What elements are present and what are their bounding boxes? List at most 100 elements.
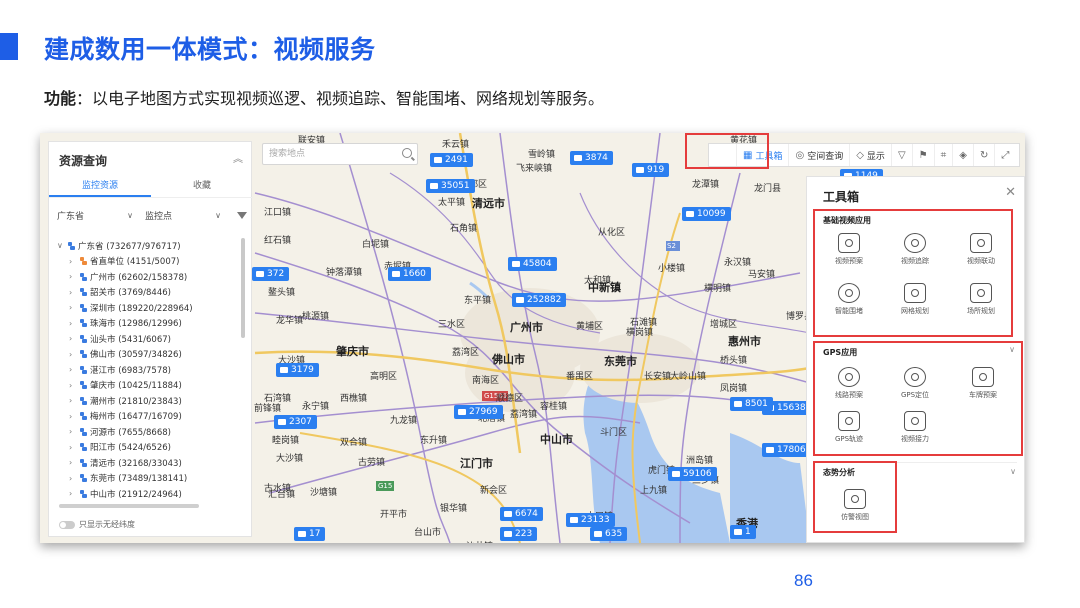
camera-cluster-badge[interactable]: 223 bbox=[500, 527, 538, 541]
chevron-right-icon[interactable]: › bbox=[69, 365, 79, 374]
camera-cluster-badge[interactable]: 17806 bbox=[762, 443, 811, 457]
map-place-label: 石角镇 bbox=[450, 224, 478, 234]
tree-horizontal-scrollbar[interactable] bbox=[59, 504, 199, 508]
tool-route-plan[interactable]: 线路预案 bbox=[821, 367, 877, 400]
camera-cluster-badge[interactable]: 919 bbox=[632, 163, 670, 177]
tree-scrollbar[interactable] bbox=[241, 238, 245, 338]
camera-cluster-badge[interactable]: 17 bbox=[294, 527, 326, 541]
camera-cluster-badge[interactable]: 35051 bbox=[426, 179, 475, 193]
tool-grid-planning[interactable]: 网格规划 bbox=[887, 283, 943, 316]
tool-gps-locate[interactable]: GPS定位 bbox=[887, 367, 943, 400]
spatial-query-button[interactable]: ◎ 空间查询 bbox=[789, 144, 851, 166]
map-place-label: 永汉镇 bbox=[724, 258, 752, 268]
filter-funnel-icon[interactable] bbox=[237, 211, 247, 219]
camera-cluster-badge[interactable]: 59106 bbox=[668, 467, 717, 481]
section-basic-video: 基础视频应用 视频预案 视频追踪 视频联动 智能围堵 网格规划 场所规划 bbox=[813, 209, 1013, 337]
camera-cluster-badge[interactable]: 10099 bbox=[682, 207, 731, 221]
chevron-down-icon[interactable]: ∨ bbox=[1009, 345, 1015, 354]
camera-cluster-badge[interactable]: 45804 bbox=[508, 257, 557, 271]
tree-node[interactable]: › 清远市 (32168/33043) bbox=[57, 455, 243, 471]
map-place-label: 东升镇 bbox=[420, 436, 448, 446]
tool-site-planning[interactable]: 场所规划 bbox=[953, 283, 1009, 316]
tool-label: 视频预案 bbox=[835, 257, 863, 265]
camera-cluster-badge[interactable]: 1660 bbox=[388, 267, 431, 281]
tool-video-plan[interactable]: 视频预案 bbox=[821, 233, 877, 266]
chevron-right-icon[interactable]: › bbox=[69, 334, 79, 343]
map-place-label: 广州市 bbox=[510, 321, 543, 334]
tree-node[interactable]: › 广州市 (62602/158378) bbox=[57, 269, 243, 285]
tree-node[interactable]: › 湛江市 (6983/7578) bbox=[57, 362, 243, 378]
no-coords-toggle[interactable] bbox=[59, 520, 75, 529]
chevron-right-icon[interactable]: › bbox=[69, 319, 79, 328]
display-button[interactable]: ◇ 显示 bbox=[850, 144, 892, 166]
tree-node[interactable]: › 东莞市 (73489/138141) bbox=[57, 471, 243, 487]
tree-node[interactable]: › 中山市 (21912/24964) bbox=[57, 486, 243, 502]
camera-cluster-badge[interactable]: 23133 bbox=[566, 513, 615, 527]
camera-cluster-badge[interactable]: 3874 bbox=[570, 151, 613, 165]
chevron-right-icon[interactable]: › bbox=[69, 474, 79, 483]
chevron-right-icon[interactable]: › bbox=[69, 458, 79, 467]
shirt-tool-button[interactable]: ▽ bbox=[892, 144, 913, 166]
tab-monitor-resources[interactable]: 监控资源 bbox=[49, 176, 151, 197]
chevron-right-icon[interactable]: › bbox=[69, 257, 79, 266]
tree-node-label: 中山市 (21912/24964) bbox=[90, 489, 182, 500]
chevron-right-icon[interactable]: › bbox=[69, 272, 79, 281]
region-select[interactable]: 广东省 ∨ bbox=[57, 209, 133, 222]
tree-node[interactable]: › 深圳市 (189220/228964) bbox=[57, 300, 243, 316]
eraser-tool-button[interactable]: ◈ bbox=[953, 144, 974, 166]
tree-node[interactable]: › 省直单位 (4151/5007) bbox=[57, 254, 243, 270]
map-search-placeholder: 搜索地点 bbox=[269, 149, 306, 159]
camera-cluster-badge[interactable]: 6674 bbox=[500, 507, 543, 521]
tool-plate-plan[interactable]: 车牌预案 bbox=[955, 367, 1011, 400]
type-select[interactable]: 监控点 ∨ bbox=[145, 209, 221, 222]
camera-cluster-badge[interactable]: 2307 bbox=[274, 415, 317, 429]
camera-cluster-badge[interactable]: 2491 bbox=[430, 153, 473, 167]
tool-video-tracking[interactable]: 视频追踪 bbox=[887, 233, 943, 266]
chevron-right-icon[interactable]: › bbox=[69, 350, 79, 359]
collapse-icon[interactable]: ︽ bbox=[233, 150, 243, 165]
tree-node[interactable]: › 佛山市 (30597/34826) bbox=[57, 347, 243, 363]
map-search-input[interactable]: 搜索地点 bbox=[262, 143, 418, 165]
chevron-right-icon[interactable]: › bbox=[69, 288, 79, 297]
tool-smart-encircle[interactable]: 智能围堵 bbox=[821, 283, 877, 316]
tree-node[interactable]: › 梅州市 (16477/16709) bbox=[57, 409, 243, 425]
chevron-right-icon[interactable]: › bbox=[69, 303, 79, 312]
fullscreen-tool-button[interactable]: ⤢ bbox=[995, 144, 1015, 166]
map-place-label: 睦岗镇 bbox=[272, 436, 300, 446]
tree-node[interactable]: ∨ 广东省 (732677/976717) bbox=[57, 238, 243, 254]
tool-police-view[interactable]: 仿警视图 bbox=[827, 489, 883, 522]
search-icon[interactable] bbox=[402, 148, 412, 158]
tool-video-linkage[interactable]: 视频联动 bbox=[953, 233, 1009, 266]
chevron-right-icon[interactable]: › bbox=[69, 443, 79, 452]
tab-favorites[interactable]: 收藏 bbox=[151, 176, 253, 197]
chevron-right-icon[interactable]: › bbox=[69, 396, 79, 405]
tool-gps-track[interactable]: GPS轨迹 bbox=[821, 411, 877, 444]
camera-count: 15638 bbox=[777, 403, 806, 413]
camera-cluster-badge[interactable]: 8501 bbox=[730, 397, 773, 411]
refresh-tool-button[interactable]: ↻ bbox=[974, 144, 996, 166]
camera-cluster-badge[interactable]: 3179 bbox=[276, 363, 319, 377]
tree-node[interactable]: › 肇庆市 (10425/11884) bbox=[57, 378, 243, 394]
tree-node[interactable]: › 韶关市 (3769/8446) bbox=[57, 285, 243, 301]
tree-node[interactable]: › 河源市 (7655/8668) bbox=[57, 424, 243, 440]
camera-cluster-badge[interactable]: 372 bbox=[252, 267, 290, 281]
tree-node[interactable]: › 阳江市 (5424/6526) bbox=[57, 440, 243, 456]
camera-cluster-badge[interactable]: 1 bbox=[730, 525, 756, 539]
tool-video-relay[interactable]: 视频接力 bbox=[887, 411, 943, 444]
crop-tool-button[interactable]: ⌗ bbox=[935, 144, 954, 166]
camera-count: 17806 bbox=[777, 445, 806, 455]
chevron-right-icon[interactable]: › bbox=[69, 412, 79, 421]
chevron-right-icon[interactable]: › bbox=[69, 489, 79, 498]
tree-node[interactable]: › 汕头市 (5431/6067) bbox=[57, 331, 243, 347]
camera-cluster-badge[interactable]: 635 bbox=[590, 527, 628, 541]
tree-node[interactable]: › 潮州市 (21810/23843) bbox=[57, 393, 243, 409]
chevron-right-icon[interactable]: › bbox=[69, 427, 79, 436]
flag-tool-button[interactable]: ⚑ bbox=[913, 144, 935, 166]
chevron-right-icon[interactable]: › bbox=[69, 381, 79, 390]
tree-node[interactable]: › 珠海市 (12986/12996) bbox=[57, 316, 243, 332]
chevron-down-icon[interactable]: ∨ bbox=[57, 241, 67, 250]
camera-cluster-badge[interactable]: 252882 bbox=[512, 293, 567, 307]
close-icon[interactable]: ✕ bbox=[1005, 185, 1016, 200]
camera-cluster-badge[interactable]: 27969 bbox=[454, 405, 503, 419]
chevron-down-icon[interactable]: ∨ bbox=[1010, 467, 1016, 476]
